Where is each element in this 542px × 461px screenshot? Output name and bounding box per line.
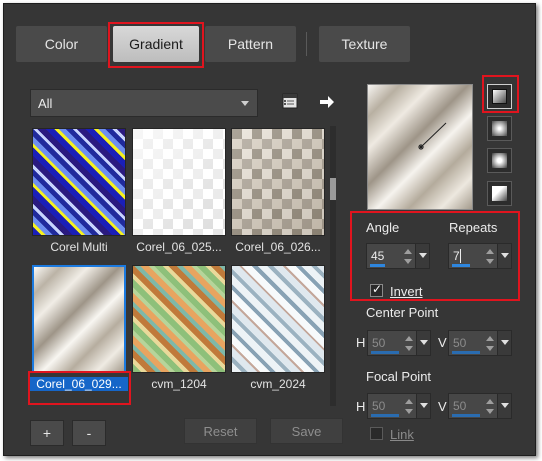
spin-down-icon[interactable] bbox=[405, 409, 413, 414]
style-button-highlight bbox=[482, 75, 519, 113]
gradient-swatch bbox=[132, 265, 226, 373]
gradient-direction-handle[interactable] bbox=[368, 85, 474, 211]
center-h-spinbox[interactable]: 50 bbox=[367, 330, 431, 356]
chevron-down-icon[interactable] bbox=[416, 331, 430, 355]
gradient-swatch bbox=[32, 128, 126, 236]
center-h-slider-fill bbox=[371, 351, 399, 354]
arrow-right-icon[interactable] bbox=[316, 91, 338, 113]
focal-v-label: V bbox=[438, 399, 447, 414]
center-v-label: V bbox=[438, 335, 447, 350]
radial-style-button[interactable] bbox=[487, 181, 512, 206]
center-v-value: 50 bbox=[453, 336, 467, 350]
gradient-item-label: Corel Multi bbox=[50, 240, 108, 254]
save-button[interactable]: Save bbox=[270, 418, 343, 444]
gradient-item[interactable]: Corel_06_025... bbox=[132, 128, 226, 254]
gradient-swatch bbox=[231, 265, 325, 373]
remove-gradient-button[interactable]: - bbox=[72, 420, 106, 446]
category-select-value: All bbox=[38, 95, 53, 111]
focal-point-label: Focal Point bbox=[366, 369, 432, 384]
focal-v-value: 50 bbox=[453, 399, 467, 413]
chevron-down-icon bbox=[241, 101, 249, 106]
focal-h-value: 50 bbox=[372, 399, 386, 413]
link-checkbox[interactable] bbox=[370, 427, 383, 440]
open-resources-icon[interactable] bbox=[280, 91, 302, 113]
gradient-item[interactable]: cvm_1204 bbox=[132, 265, 226, 391]
gradient-swatch bbox=[132, 128, 226, 236]
center-point-label: Center Point bbox=[366, 305, 439, 320]
spin-down-icon[interactable] bbox=[486, 409, 494, 414]
gradient-item[interactable]: cvm_2024 bbox=[231, 265, 325, 391]
rectangular-style-button[interactable] bbox=[487, 116, 512, 141]
gradient-item-label: Corel_06_025... bbox=[136, 240, 222, 254]
add-gradient-button[interactable]: + bbox=[30, 420, 64, 446]
spin-down-icon[interactable] bbox=[486, 346, 494, 351]
tab-texture[interactable]: Texture bbox=[319, 26, 410, 62]
gradient-swatch bbox=[32, 265, 126, 373]
center-v-spinbox[interactable]: 50 bbox=[448, 330, 512, 356]
radial-gradient-icon bbox=[492, 186, 507, 201]
chevron-down-icon[interactable] bbox=[416, 394, 430, 418]
category-select[interactable]: All bbox=[30, 89, 258, 117]
spin-down-icon[interactable] bbox=[405, 346, 413, 351]
grid-scrollbar-thumb[interactable] bbox=[330, 178, 336, 200]
center-h-label: H bbox=[356, 335, 366, 350]
tab-separator bbox=[306, 32, 307, 56]
gradient-item-label: Corel_06_026... bbox=[235, 240, 321, 254]
gradient-tab-highlight bbox=[108, 22, 204, 68]
focal-v-spinbox[interactable]: 50 bbox=[448, 393, 512, 419]
focal-h-slider-fill bbox=[371, 414, 399, 417]
spin-up-icon[interactable] bbox=[405, 399, 413, 404]
gradient-item-label: cvm_1204 bbox=[151, 377, 207, 391]
sunburst-gradient-icon bbox=[492, 153, 507, 168]
spin-up-icon[interactable] bbox=[486, 336, 494, 341]
spin-up-icon[interactable] bbox=[405, 336, 413, 341]
chevron-down-icon[interactable] bbox=[497, 394, 511, 418]
gradient-item-label: cvm_2024 bbox=[250, 377, 306, 391]
gradient-item[interactable]: Corel Multi bbox=[32, 128, 126, 254]
spin-up-icon[interactable] bbox=[486, 399, 494, 404]
tab-color[interactable]: Color bbox=[16, 26, 107, 62]
rectangular-gradient-icon bbox=[492, 121, 507, 136]
focal-h-label: H bbox=[356, 399, 366, 414]
angle-repeats-highlight bbox=[350, 211, 520, 301]
gradient-item[interactable]: Corel_06_026... bbox=[231, 128, 325, 254]
center-v-slider-fill bbox=[452, 351, 480, 354]
tab-pattern[interactable]: Pattern bbox=[205, 26, 296, 62]
sunburst-style-button[interactable] bbox=[487, 148, 512, 173]
gradient-preview[interactable] bbox=[367, 84, 473, 210]
link-label[interactable]: Link bbox=[390, 427, 414, 442]
grid-scrollbar[interactable] bbox=[330, 126, 336, 406]
selected-gradient-highlight bbox=[28, 371, 131, 405]
center-h-value: 50 bbox=[372, 336, 386, 350]
reset-button[interactable]: Reset bbox=[184, 418, 257, 444]
chevron-down-icon[interactable] bbox=[497, 331, 511, 355]
gradient-swatch bbox=[231, 128, 325, 236]
focal-v-slider-fill bbox=[452, 414, 480, 417]
gradient-item-selected[interactable]: Corel_06_029... bbox=[30, 265, 128, 391]
focal-h-spinbox[interactable]: 50 bbox=[367, 393, 431, 419]
